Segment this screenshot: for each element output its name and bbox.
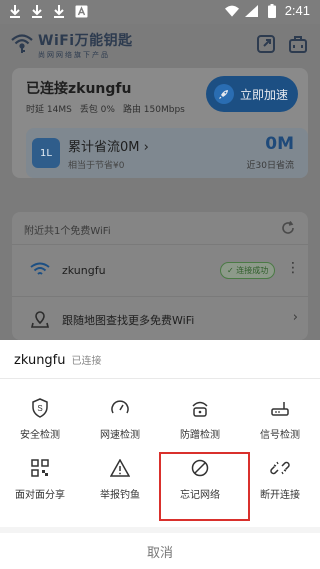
sheet-header: zkungfu 已连接 [14,352,102,368]
speedometer-icon [110,398,130,418]
action-label: 网速检测 [100,430,140,441]
map-pin-icon [30,310,50,332]
chevron-right-icon: › [292,310,298,325]
a-box-icon [74,4,88,18]
map-search-row[interactable]: 跟随地图查找更多免费WiFi › [24,308,304,330]
status-bar: 2:41 [0,0,320,24]
action-signal-check[interactable]: 信号检测 [240,390,320,450]
download-icon [30,4,44,18]
traffic-icon: 1L [32,138,60,168]
map-search-label: 跟随地图查找更多免费WiFi [62,314,195,327]
highlight-box [159,452,250,521]
action-label: 安全检测 [20,430,60,441]
speed-up-label: 立即加速 [240,87,289,102]
latency-stat: 时延 14MS [26,105,72,115]
toolbox-icon[interactable] [288,34,308,54]
divider [12,296,308,297]
wifi-network-row[interactable]: zkungfu ✓ 连接成功 ⋮ [24,260,304,282]
traffic-desc: 近30日省流 [246,161,294,171]
battery-icon [265,3,279,18]
action-label: 举报钓鱼 [100,490,140,501]
divider [12,244,308,245]
download-icon [52,4,66,18]
nearby-count: 附近共1个免费WiFi [24,226,111,237]
cell-signal-icon [245,4,259,18]
wifi-signal-icon [30,262,50,282]
sheet-ssid: zkungfu [14,353,66,368]
traffic-saving-panel[interactable]: 1L 累计省流0M › 相当于节省¥0 0M 近30日省流 [26,128,308,178]
connection-title: 已连接zkungfu [26,81,132,97]
sheet-state: 已连接 [71,356,102,367]
action-label: 信号检测 [260,430,300,441]
more-options-icon[interactable]: ⋮ [286,260,300,276]
nearby-wifi-card: 附近共1个免费WiFi zkungfu ✓ 连接成功 ⋮ 跟随地图查找更多免费W… [12,212,308,340]
action-anti-leech-check[interactable]: 防蹭检测 [160,390,240,450]
connected-badge: ✓ 连接成功 [220,262,276,279]
lock-router-icon [190,398,210,418]
rocket-icon [214,84,234,104]
network-ssid: zkungfu [62,264,106,277]
broken-link-icon [270,458,290,478]
traffic-subtitle: 相当于节省¥0 [68,161,125,171]
action-label: 面对面分享 [15,490,65,501]
action-security-check[interactable]: S 安全检测 [0,390,80,450]
cancel-button[interactable]: 取消 [0,533,320,569]
svg-text:S: S [37,404,42,413]
traffic-title: 累计省流0M › [68,140,149,155]
clock: 2:41 [284,3,310,18]
divider [0,378,320,379]
app-logo: WiFi万能钥匙 尚网网络旗下产品 [10,30,133,60]
wifi-key-logo-icon [10,32,34,58]
app-header: WiFi万能钥匙 尚网网络旗下产品 [0,24,320,64]
router-icon [270,398,290,418]
action-speed-test[interactable]: 网速检测 [80,390,160,450]
warning-icon [110,458,130,478]
packet-loss-stat: 丢包 0% [79,105,115,115]
action-disconnect[interactable]: 断开连接 [240,450,320,510]
wifi-signal-icon [224,4,239,18]
traffic-value: 0M [265,134,294,154]
action-label: 断开连接 [260,490,300,501]
app-title: WiFi万能钥匙 [38,33,133,49]
connection-card: 已连接zkungfu 时延 14MS 丢包 0% 路由 150Mbps 立即加速… [12,68,308,178]
connection-stats: 时延 14MS 丢包 0% 路由 150Mbps [26,102,185,115]
router-speed-stat: 路由 150Mbps [122,105,185,115]
action-face-to-face-share[interactable]: 面对面分享 [0,450,80,510]
refresh-icon[interactable] [280,220,296,236]
shield-icon: S [30,398,50,418]
app-subtitle: 尚网网络旗下产品 [38,51,110,59]
action-report-phishing[interactable]: 举报钓鱼 [80,450,160,510]
qrcode-icon [30,458,50,478]
share-screen-icon[interactable] [256,34,276,54]
action-label: 防蹭检测 [180,430,220,441]
speed-up-button[interactable]: 立即加速 [206,76,298,112]
download-icon [8,4,22,18]
traffic-icon-text: 1L [40,147,52,159]
